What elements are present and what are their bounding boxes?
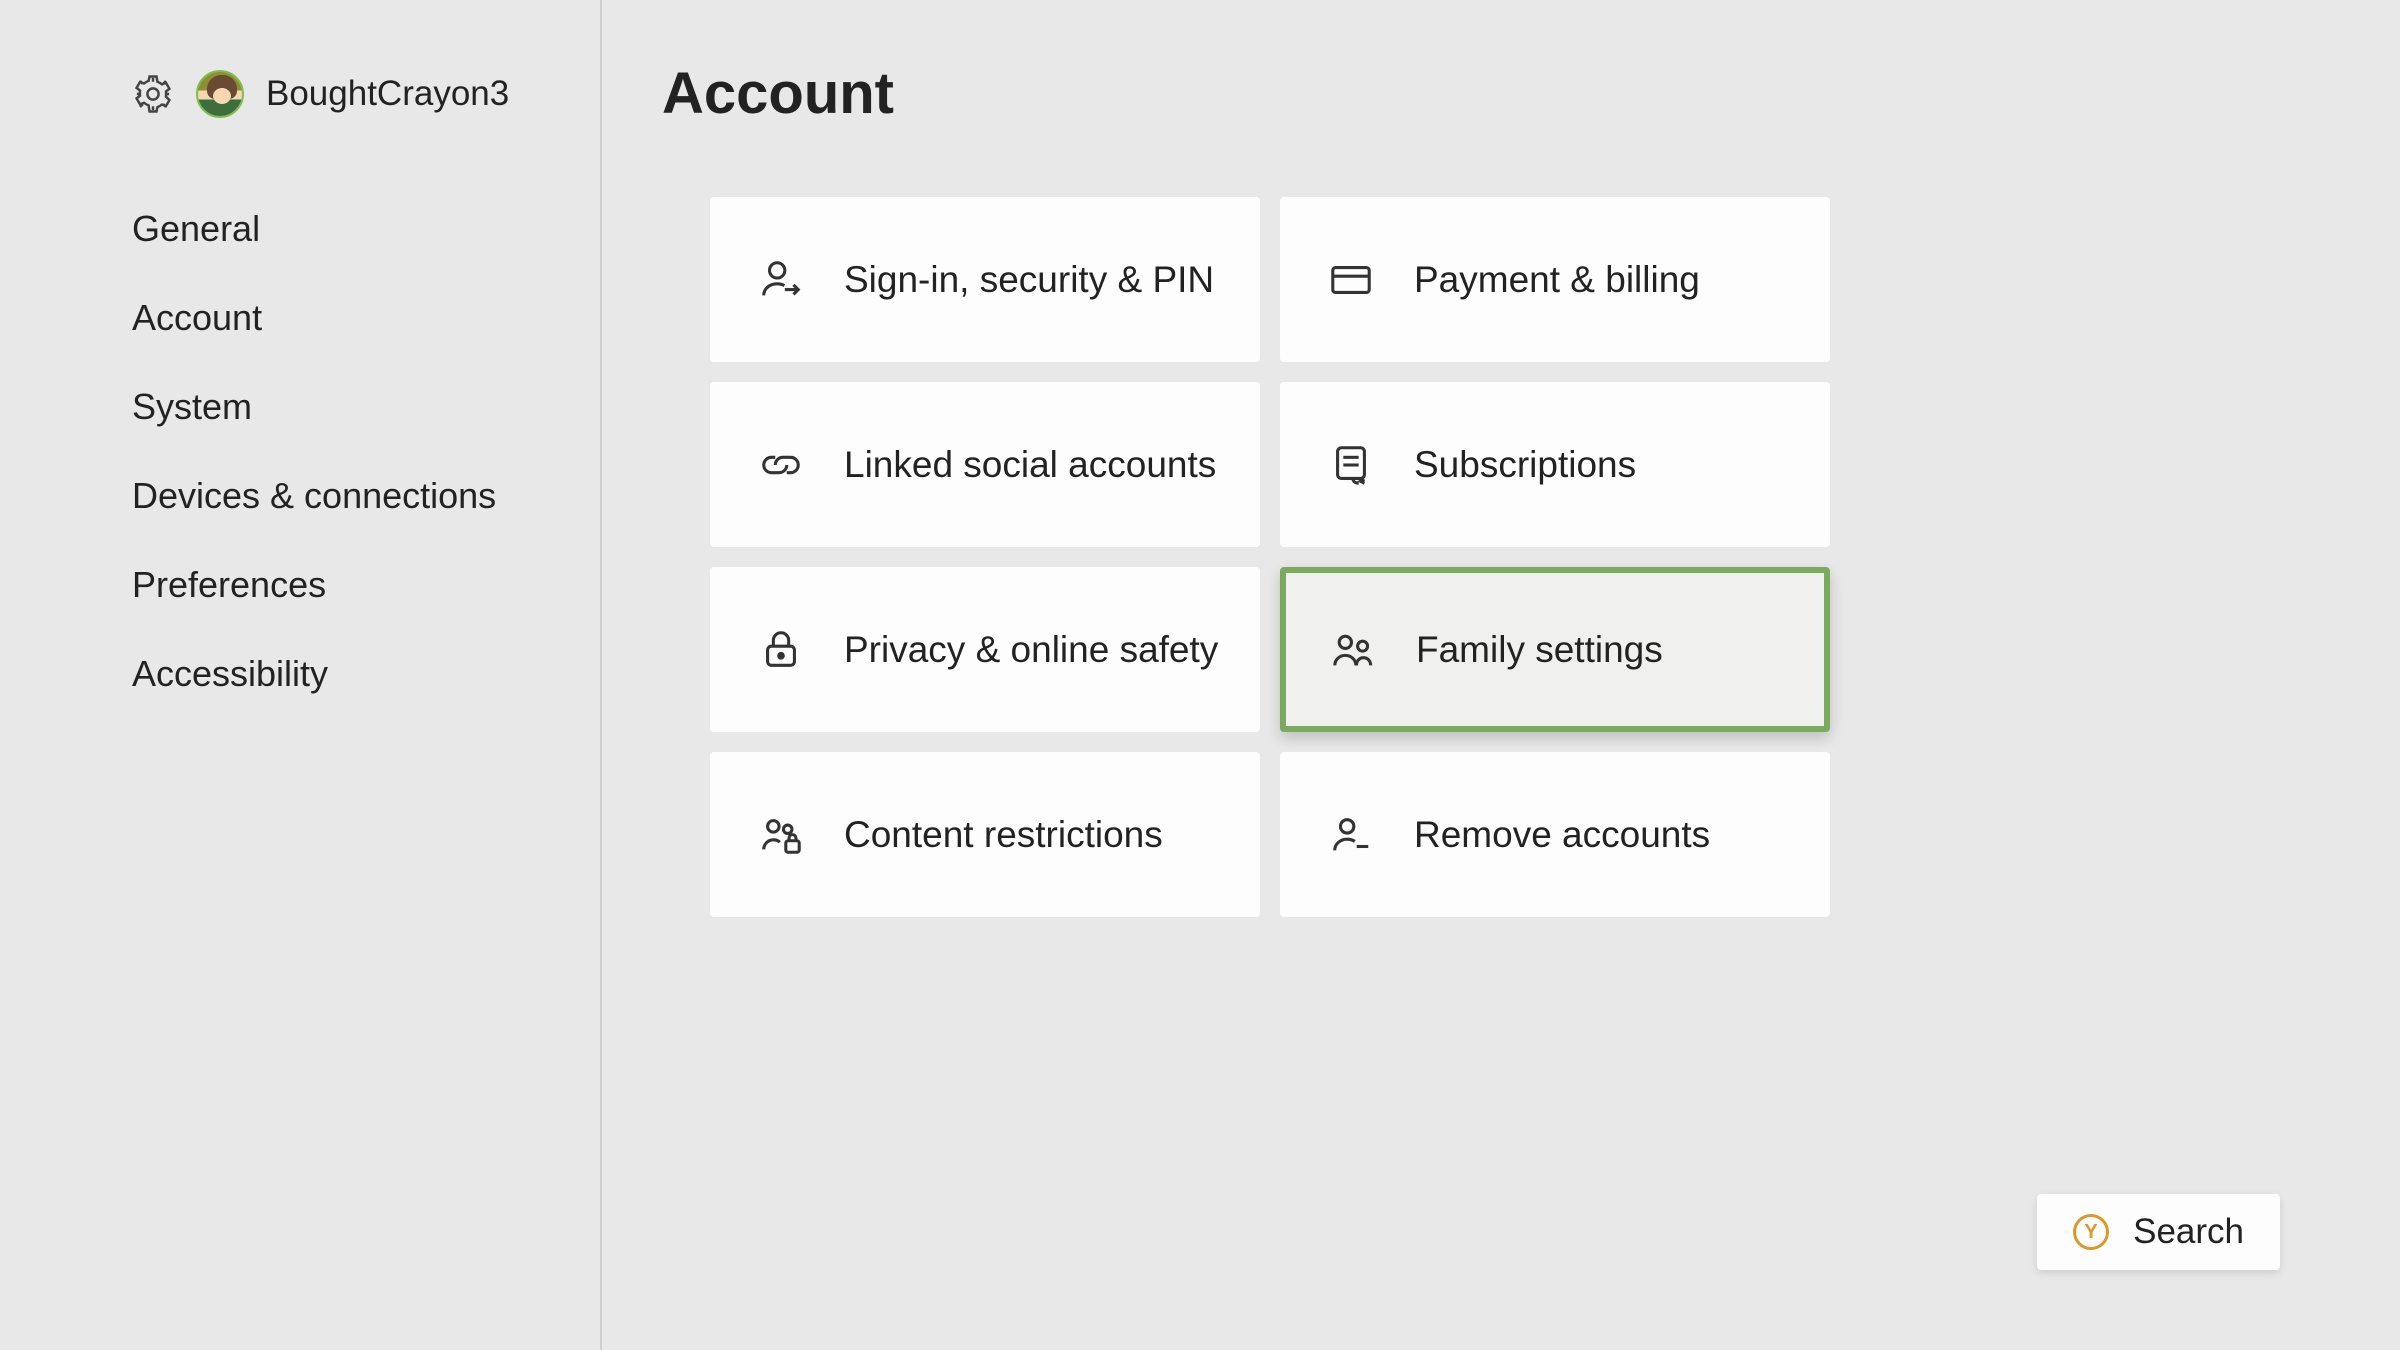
username: BoughtCrayon3 xyxy=(266,74,509,114)
sidebar-item-account[interactable]: Account xyxy=(132,297,600,339)
sidebar-item-label: Preferences xyxy=(132,564,326,605)
tile-remove-accounts[interactable]: Remove accounts xyxy=(1280,752,1830,917)
main: Account Sign-in, security & PIN Payment … xyxy=(602,0,2400,1350)
tile-content-restrictions[interactable]: Content restrictions xyxy=(710,752,1260,917)
sidebar-item-label: System xyxy=(132,386,252,427)
link-icon xyxy=(758,442,804,488)
sidebar-item-general[interactable]: General xyxy=(132,208,600,250)
search-label: Search xyxy=(2133,1212,2244,1252)
sidebar-item-label: Account xyxy=(132,297,262,338)
y-button-icon: Y xyxy=(2073,1214,2109,1250)
people-icon xyxy=(1330,627,1376,673)
avatar xyxy=(196,70,244,118)
tile-payment-billing[interactable]: Payment & billing xyxy=(1280,197,1830,362)
y-glyph: Y xyxy=(2084,1221,2097,1244)
person-remove-icon xyxy=(1328,812,1374,858)
sidebar-nav: General Account System Devices & connect… xyxy=(132,208,600,695)
sidebar-item-label: Accessibility xyxy=(132,653,328,694)
tile-linked-social[interactable]: Linked social accounts xyxy=(710,382,1260,547)
sidebar: BoughtCrayon3 General Account System Dev… xyxy=(0,0,602,1350)
tile-family-settings[interactable]: Family settings xyxy=(1280,567,1830,732)
search-button[interactable]: Y Search xyxy=(2037,1194,2280,1270)
tile-label: Sign-in, security & PIN xyxy=(844,259,1214,301)
sidebar-item-system[interactable]: System xyxy=(132,386,600,428)
tile-label: Payment & billing xyxy=(1414,259,1700,301)
tile-privacy-safety[interactable]: Privacy & online safety xyxy=(710,567,1260,732)
user-row: BoughtCrayon3 xyxy=(132,70,600,118)
tile-label: Subscriptions xyxy=(1414,444,1636,486)
tile-subscriptions[interactable]: Subscriptions xyxy=(1280,382,1830,547)
person-arrow-icon xyxy=(758,257,804,303)
people-lock-icon xyxy=(758,812,804,858)
tile-label: Remove accounts xyxy=(1414,814,1710,856)
lock-icon xyxy=(758,627,804,673)
sidebar-item-devices[interactable]: Devices & connections xyxy=(132,475,600,517)
gear-icon xyxy=(132,73,174,115)
card-icon xyxy=(1328,257,1374,303)
receipt-icon xyxy=(1328,442,1374,488)
tile-label: Privacy & online safety xyxy=(844,629,1218,671)
tiles-grid: Sign-in, security & PIN Payment & billin… xyxy=(710,197,2400,917)
sidebar-item-label: Devices & connections xyxy=(132,475,496,516)
tile-label: Content restrictions xyxy=(844,814,1163,856)
tile-label: Family settings xyxy=(1416,629,1663,671)
sidebar-item-preferences[interactable]: Preferences xyxy=(132,564,600,606)
tile-label: Linked social accounts xyxy=(844,444,1216,486)
sidebar-item-label: General xyxy=(132,208,260,249)
tile-signin-security-pin[interactable]: Sign-in, security & PIN xyxy=(710,197,1260,362)
page-title: Account xyxy=(662,60,2400,127)
sidebar-item-accessibility[interactable]: Accessibility xyxy=(132,653,600,695)
